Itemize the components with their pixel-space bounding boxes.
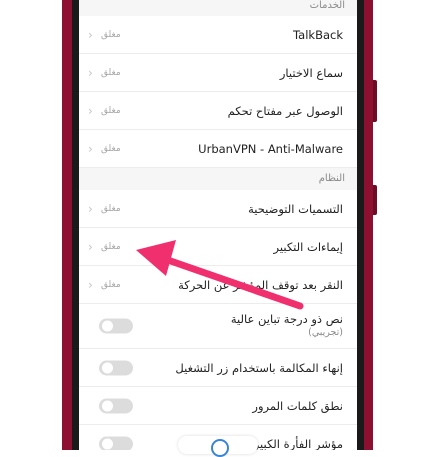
row-status: مغلق <box>101 279 121 290</box>
chevron-left-icon: ‹ <box>88 239 93 254</box>
row-label: التسميات التوضيحية <box>248 201 343 216</box>
large-pointer-toggle[interactable] <box>99 436 133 450</box>
settings-row-captions[interactable]: التسميات التوضيحية مغلق ‹ <box>79 190 357 228</box>
row-label: TalkBack <box>293 27 343 42</box>
chevron-left-icon: ‹ <box>88 65 93 80</box>
settings-row-dwell-click[interactable]: النقر بعد توقف المؤشر عن الحركة مغلق ‹ <box>79 266 357 304</box>
row-label: UrbanVPN - Anti-Malware <box>198 141 343 156</box>
chevron-left-icon: ‹ <box>88 27 93 42</box>
row-status: مغلق <box>101 29 121 40</box>
row-label: إيماءات التكبير <box>273 239 343 254</box>
phone-bezel-right <box>357 0 364 450</box>
row-label: مؤشر الفأرة الكبير <box>253 436 343 451</box>
speak-passwords-toggle[interactable] <box>99 398 133 413</box>
settings-row-speak-passwords[interactable]: نطق كلمات المرور <box>79 387 357 425</box>
row-status: مغلق <box>101 105 121 116</box>
power-ends-call-toggle[interactable] <box>99 360 133 375</box>
chevron-left-icon: ‹ <box>88 103 93 118</box>
row-label: نطق كلمات المرور <box>252 398 343 413</box>
phone-frame-left <box>62 0 72 450</box>
services-section-header: الخدمات <box>79 0 357 16</box>
settings-row-talkback[interactable]: TalkBack مغلق ‹ <box>79 16 357 54</box>
row-status: مغلق <box>101 143 121 154</box>
settings-row-high-contrast-text[interactable]: نص ذو درجة تباين عالية (تجريبي) <box>79 304 357 349</box>
row-title: نص ذو درجة تباين عالية <box>230 312 343 326</box>
settings-row-magnification-gestures[interactable]: إيماءات التكبير مغلق ‹ <box>79 228 357 266</box>
row-label: النقر بعد توقف المؤشر عن الحركة <box>178 277 343 292</box>
volume-button <box>373 80 377 122</box>
chevron-left-icon: ‹ <box>88 141 93 156</box>
phone-frame-right <box>364 0 373 450</box>
chevron-left-icon: ‹ <box>88 201 93 216</box>
row-label: نص ذو درجة تباين عالية (تجريبي) <box>231 312 343 340</box>
chevron-left-icon: ‹ <box>88 277 93 292</box>
row-subtitle: (تجريبي) <box>308 327 343 338</box>
high-contrast-toggle[interactable] <box>99 318 133 334</box>
row-status: مغلق <box>101 67 121 78</box>
settings-row-power-ends-call[interactable]: إنهاء المكالمة باستخدام زر التشغيل <box>79 349 357 387</box>
system-section-header: النظام <box>79 168 357 190</box>
row-label: إنهاء المكالمة باستخدام زر التشغيل <box>175 360 343 375</box>
row-label: الوصول عبر مفتاح تحكم <box>227 103 343 118</box>
settings-row-select-to-speak[interactable]: سماع الاختيار مغلق ‹ <box>79 54 357 92</box>
settings-row-switch-access[interactable]: الوصول عبر مفتاح تحكم مغلق ‹ <box>79 92 357 130</box>
row-status: مغلق <box>101 241 121 252</box>
row-label: سماع الاختيار <box>279 65 343 80</box>
power-button <box>373 185 377 215</box>
row-status: مغلق <box>101 203 121 214</box>
accessibility-shortcut-icon[interactable] <box>211 439 229 457</box>
accessibility-settings-screen: الخدمات TalkBack مغلق ‹ سماع الاختيار مغ… <box>79 0 357 450</box>
settings-row-urbanvpn[interactable]: UrbanVPN - Anti-Malware مغلق ‹ <box>79 130 357 168</box>
phone-bezel-left <box>72 0 79 450</box>
